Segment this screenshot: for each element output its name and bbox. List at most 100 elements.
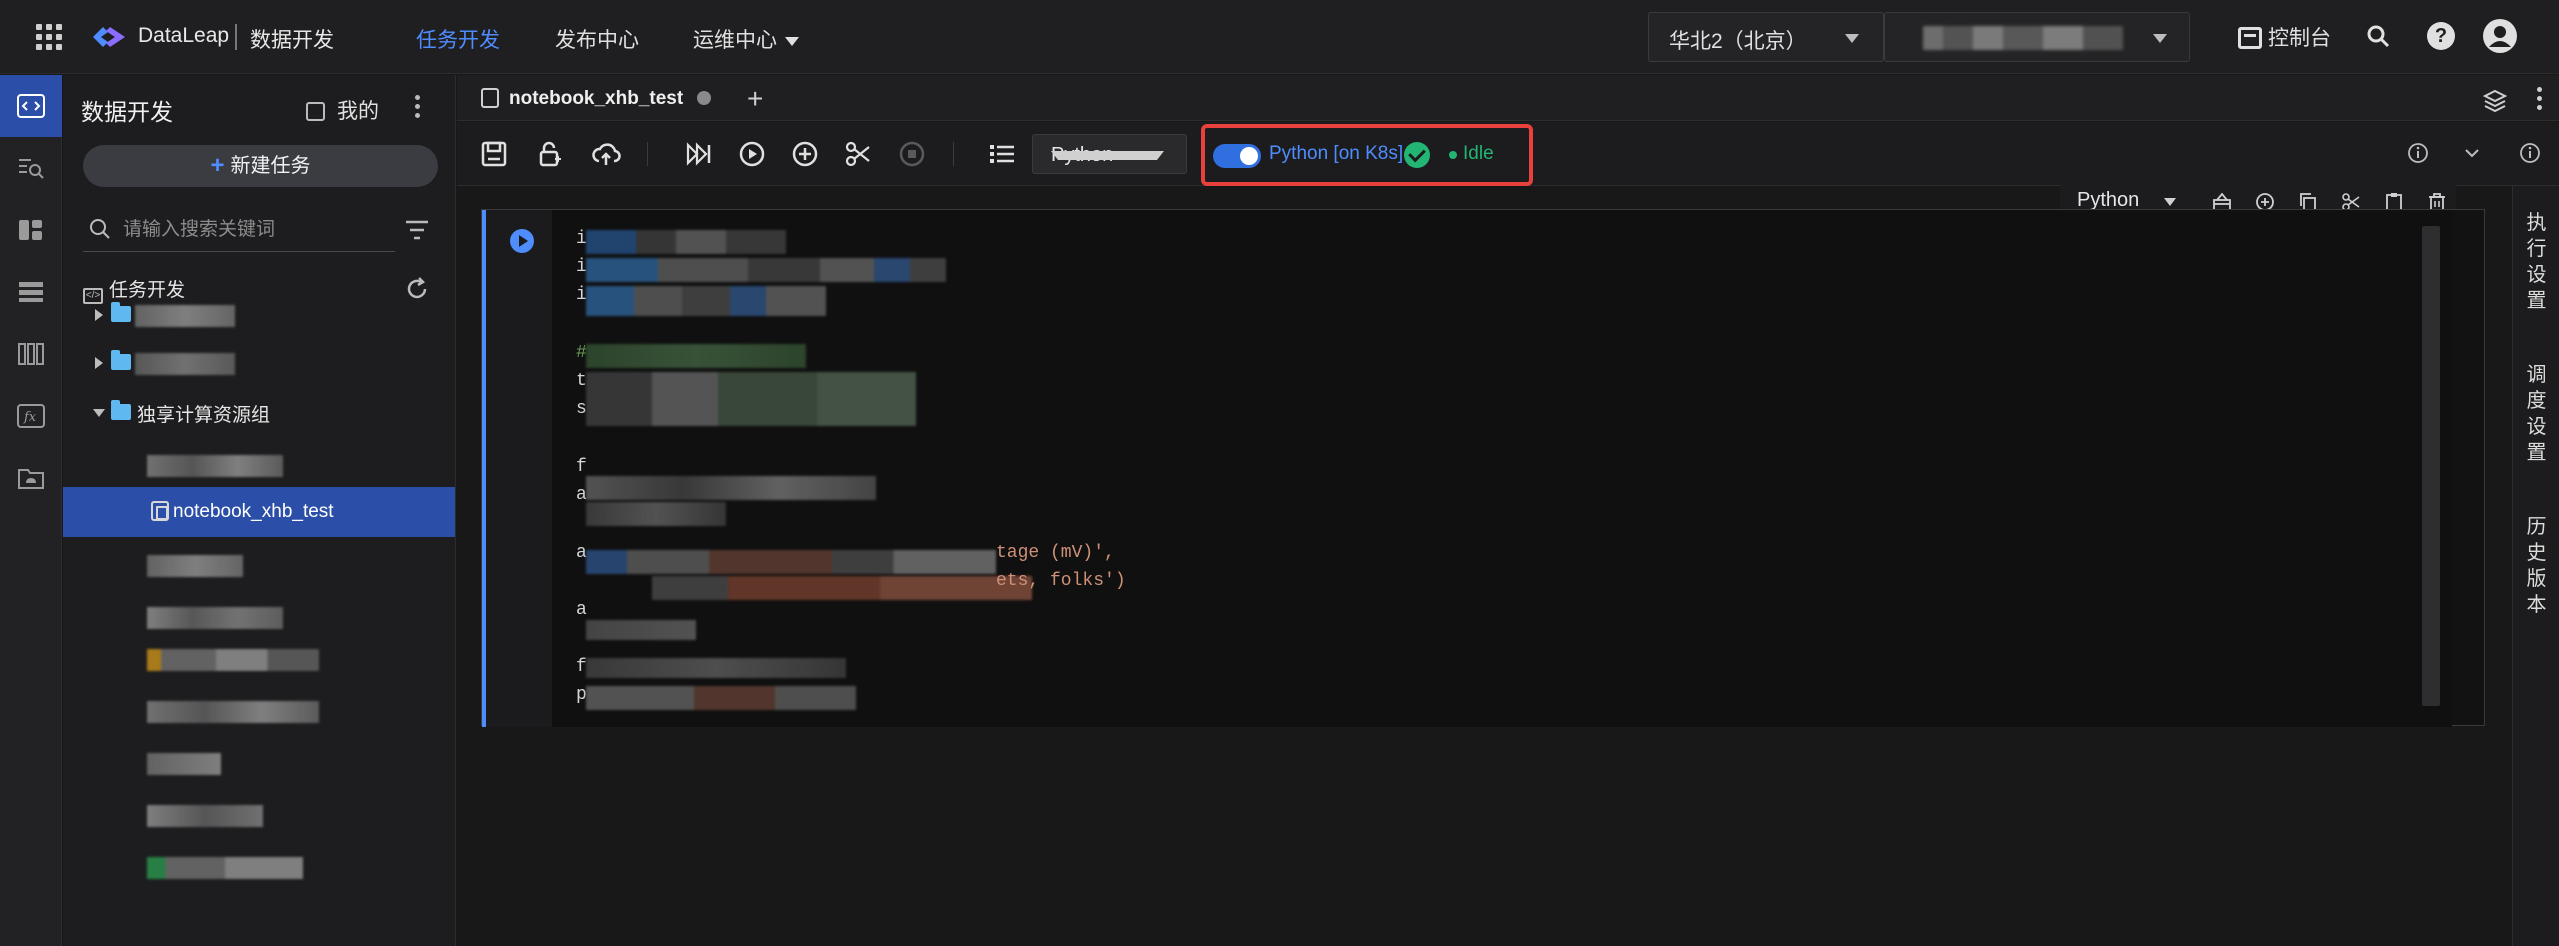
status-dot-icon: [1449, 151, 1457, 159]
chevron-down-icon[interactable]: [2461, 142, 2483, 164]
code-redacted: [586, 258, 946, 282]
code-redacted: [586, 286, 826, 316]
console-icon: [2238, 27, 2262, 49]
rail-dashboard[interactable]: [0, 199, 62, 261]
nav-ops-center[interactable]: 运维中心: [693, 24, 799, 54]
chevron-down-icon[interactable]: [2164, 198, 2176, 206]
sidebar-title: 数据开发: [81, 99, 173, 125]
add-cell-icon[interactable]: [790, 139, 820, 169]
tree-file[interactable]: [63, 797, 455, 831]
save-icon[interactable]: [479, 139, 509, 169]
add-tab-button[interactable]: +: [747, 81, 763, 117]
file-name-redacted: [147, 649, 319, 671]
search-icon: [90, 219, 110, 239]
search-input[interactable]: [123, 216, 383, 244]
function-icon: fx: [17, 404, 45, 428]
notebook-label: notebook_xhb_test: [173, 501, 334, 522]
scissors-icon[interactable]: [843, 139, 873, 169]
tree-folder[interactable]: [63, 297, 455, 331]
console-link[interactable]: 控制台: [2238, 22, 2331, 52]
more-vertical-icon[interactable]: [2537, 87, 2543, 113]
outline-list-icon[interactable]: [987, 139, 1017, 169]
rail-resources[interactable]: [0, 261, 62, 323]
file-name-redacted: [147, 805, 263, 827]
sidebar: 数据开发 我的 +新建任务 </>任务开发 独享计算资源组 notebook_x…: [63, 75, 456, 946]
rail-files[interactable]: [0, 447, 62, 509]
tree-file[interactable]: [63, 849, 455, 883]
project-select[interactable]: [1884, 12, 2190, 62]
info-icon[interactable]: [2519, 142, 2541, 164]
code-line: f: [576, 457, 587, 477]
file-name-redacted: [147, 555, 243, 577]
tab-notebook[interactable]: notebook_xhb_test: [471, 81, 721, 117]
exec-settings-tab[interactable]: 执行设置: [2513, 210, 2559, 314]
kernel-toggle[interactable]: [1213, 144, 1261, 168]
tree-file[interactable]: [63, 745, 455, 779]
chevron-down-icon: [93, 409, 105, 417]
run-cell-icon[interactable]: [510, 229, 534, 253]
rail-data-query[interactable]: [0, 137, 62, 199]
svg-text:fx: fx: [23, 410, 37, 425]
kernel-name[interactable]: Python [on K8s]: [1269, 143, 1403, 165]
unsaved-dot-icon[interactable]: [697, 91, 712, 105]
toolbar-divider: [647, 142, 648, 166]
tree-folder[interactable]: [63, 345, 455, 379]
tree-folder-dedicated-group[interactable]: 独享计算资源组: [63, 395, 455, 429]
notebook-toolbar: Python Python [on K8s] Idle: [457, 122, 2559, 186]
filter-icon[interactable]: [405, 220, 429, 240]
file-name-redacted: [147, 753, 221, 775]
brand-divider: [235, 24, 237, 50]
apps-grid-icon[interactable]: [36, 24, 62, 50]
schedule-settings-tab[interactable]: 调度设置: [2513, 362, 2559, 466]
code-redacted: [586, 686, 856, 710]
code-redacted: [586, 476, 876, 500]
run-cell-icon[interactable]: [737, 139, 767, 169]
cell-gutter: [486, 210, 552, 727]
info-icon[interactable]: [2407, 142, 2429, 164]
more-vertical-icon[interactable]: [415, 95, 421, 121]
check-circle-icon: [1404, 142, 1430, 168]
rail-catalog[interactable]: [0, 323, 62, 385]
file-name-redacted: [147, 857, 303, 879]
code-redacted: [586, 550, 996, 574]
nav-task-dev[interactable]: 任务开发: [416, 24, 500, 54]
tree-file[interactable]: [63, 641, 455, 675]
project-name-redacted: [1923, 26, 2123, 50]
history-versions-tab[interactable]: 历史版本: [2513, 514, 2559, 618]
rail-data-dev[interactable]: [0, 75, 62, 137]
tree-file[interactable]: [63, 547, 455, 581]
user-avatar-icon[interactable]: [2482, 18, 2518, 54]
nav-publish-center[interactable]: 发布中心: [555, 24, 639, 54]
right-settings-panel: 执行设置 调度设置 历史版本: [2512, 186, 2559, 946]
tree-notebook-selected[interactable]: notebook_xhb_test: [63, 487, 455, 537]
chevron-right-icon: [95, 309, 103, 321]
help-icon[interactable]: ?: [2427, 22, 2455, 50]
layers-icon[interactable]: [2483, 89, 2507, 113]
chevron-down-icon: [1845, 34, 1859, 43]
search-icon[interactable]: [2366, 24, 2390, 48]
vertical-scrollbar[interactable]: [2422, 226, 2440, 706]
lock-icon[interactable]: [535, 139, 565, 169]
file-name-redacted: [147, 607, 283, 629]
region-select[interactable]: 华北2（北京）: [1648, 12, 1884, 62]
new-task-button[interactable]: + 新建任务: [83, 145, 438, 187]
checkbox-icon: [306, 102, 325, 121]
rail-functions[interactable]: fx: [0, 385, 62, 447]
folder-icon: [111, 302, 131, 322]
mine-checkbox[interactable]: 我的: [306, 95, 379, 125]
code-redacted: [586, 344, 806, 368]
code-editor[interactable]: i i i # t s f a a a f p tage (mV)', ets,…: [552, 210, 2452, 727]
cloud-upload-icon[interactable]: [591, 139, 621, 169]
file-name-redacted: [147, 701, 319, 723]
region-label: 华北2（北京）: [1669, 30, 1807, 53]
folder-name-redacted: [135, 305, 235, 327]
folder-icon: [111, 350, 131, 370]
tree-file[interactable]: [63, 599, 455, 633]
top-bar: DataLeap 数据开发 任务开发 发布中心 运维中心 华北2（北京） 控制台…: [0, 0, 2559, 74]
run-all-icon[interactable]: [683, 139, 713, 169]
tree-file[interactable]: [63, 693, 455, 727]
language-select[interactable]: Python: [1032, 134, 1187, 174]
tree-file[interactable]: [63, 447, 455, 481]
dashboard-icon: [19, 220, 42, 240]
code-cell[interactable]: i i i # t s f a a a f p tage (mV)', ets,…: [481, 209, 2485, 727]
